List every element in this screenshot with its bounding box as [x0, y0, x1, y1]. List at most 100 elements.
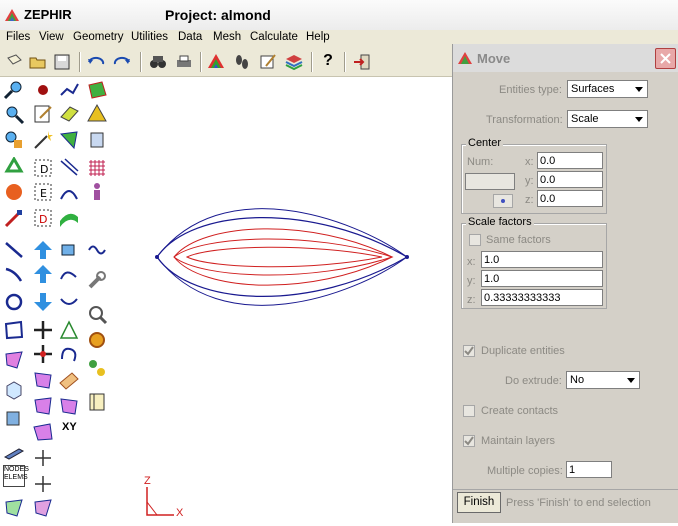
menu-view[interactable]: View	[39, 31, 64, 43]
select-d-icon[interactable]: D	[32, 157, 54, 179]
solid-yellow-icon[interactable]	[86, 103, 108, 125]
menu-help[interactable]: Help	[306, 31, 330, 43]
scale-y-field[interactable]: 1.0	[481, 270, 603, 287]
curve-loop-icon[interactable]	[58, 343, 80, 365]
zoom-icon[interactable]	[3, 79, 25, 101]
zoom-window-icon[interactable]	[3, 103, 25, 125]
undo-icon[interactable]	[86, 52, 106, 72]
do-extrude-select[interactable]: No	[566, 371, 640, 389]
center-z-field[interactable]: 0.0	[537, 190, 603, 207]
grid-mesh-icon[interactable]	[86, 157, 108, 179]
menu-calculate[interactable]: Calculate	[250, 31, 298, 43]
wand-icon[interactable]	[32, 129, 54, 151]
surface-quad-icon[interactable]	[3, 319, 25, 341]
surface-color-icon[interactable]	[86, 79, 108, 101]
triangle-icon[interactable]	[58, 319, 80, 341]
wrench-icon[interactable]	[86, 269, 108, 291]
edit-notes-icon[interactable]	[258, 52, 278, 72]
assembly-icon[interactable]	[86, 357, 108, 379]
help-icon[interactable]: ?	[318, 52, 338, 72]
center-y-field[interactable]: 0.0	[537, 171, 603, 188]
footprints-icon[interactable]	[232, 52, 252, 72]
node-numbering-icon[interactable]	[58, 79, 80, 101]
beam-element-icon[interactable]	[3, 441, 25, 463]
new-file-icon[interactable]	[4, 52, 24, 72]
curve-split-icon[interactable]	[58, 291, 80, 313]
layers-icon[interactable]	[284, 52, 304, 72]
line-tool-icon[interactable]	[3, 239, 25, 261]
render-sphere-icon[interactable]	[3, 181, 25, 203]
edit-sheet-icon[interactable]	[32, 103, 54, 125]
scale-z-field[interactable]: 0.33333333333	[481, 289, 603, 306]
menu-files[interactable]: Files	[6, 31, 30, 43]
create-contacts-checkbox[interactable]	[463, 405, 475, 417]
plane-icon[interactable]	[58, 103, 80, 125]
magnify-part-icon[interactable]	[86, 303, 108, 325]
probe-icon[interactable]	[3, 207, 25, 229]
arc-tool-icon[interactable]	[3, 263, 25, 285]
curve-join-icon[interactable]	[58, 263, 80, 285]
split-arc-icon[interactable]	[58, 181, 80, 203]
transformation-select[interactable]: Scale	[567, 110, 648, 128]
select-d-red-icon[interactable]: D	[32, 207, 54, 229]
warp-surface-alt-icon[interactable]	[32, 395, 54, 417]
toolbar: ?	[0, 48, 452, 77]
rail-icon[interactable]	[58, 157, 80, 179]
multiple-copies-field[interactable]: 1	[566, 461, 612, 478]
rainbow-render-icon[interactable]	[206, 52, 226, 72]
binoculars-icon[interactable]	[148, 52, 168, 72]
recycle-icon[interactable]	[3, 157, 25, 179]
cylinder-icon[interactable]	[3, 407, 25, 429]
book-icon[interactable]	[86, 391, 108, 413]
menu-utilities[interactable]: Utilities	[131, 31, 168, 43]
prism-icon[interactable]	[86, 129, 108, 151]
extrude-icon[interactable]	[58, 239, 80, 261]
divide-h-icon[interactable]	[32, 447, 54, 469]
zoom-fit-icon[interactable]	[3, 129, 25, 151]
entities-type-select[interactable]: Surfaces	[567, 80, 648, 98]
warp-surface-2-icon[interactable]	[32, 421, 54, 443]
save-icon[interactable]	[52, 52, 72, 72]
open-folder-icon[interactable]	[28, 52, 48, 72]
redo-icon[interactable]	[112, 52, 132, 72]
viewport-canvas[interactable]: Z X	[112, 77, 452, 523]
point-red-icon[interactable]	[32, 79, 54, 101]
volume-cube-icon[interactable]	[3, 379, 25, 401]
center-num-field[interactable]	[465, 173, 515, 190]
wave-icon[interactable]	[86, 239, 108, 261]
xy-axes-icon[interactable]: XY	[62, 421, 84, 443]
nodes-elems-icon[interactable]: NODES ELEMS	[3, 465, 29, 487]
surface-shade-icon[interactable]	[58, 129, 80, 151]
menu-data[interactable]: Data	[178, 31, 202, 43]
cross-grid-icon[interactable]	[32, 319, 54, 341]
mesh-surface-icon[interactable]	[32, 497, 54, 519]
surface-patch-icon[interactable]	[3, 349, 25, 371]
scale-x-field[interactable]: 1.0	[481, 251, 603, 268]
arrow-down-icon[interactable]	[32, 291, 54, 313]
mesh-element-icon[interactable]	[3, 497, 25, 519]
cross-red-icon[interactable]	[32, 343, 54, 365]
menu-mesh[interactable]: Mesh	[213, 31, 241, 43]
surface-net-icon[interactable]	[58, 395, 80, 417]
finish-button[interactable]: Finish	[457, 492, 501, 513]
menu-geometry[interactable]: Geometry	[73, 31, 124, 43]
maintain-layers-checkbox[interactable]	[463, 435, 475, 447]
center-x-field[interactable]: 0.0	[537, 152, 603, 169]
ruler-icon[interactable]	[58, 369, 80, 391]
center-group-title: Center	[466, 137, 504, 149]
close-button[interactable]	[655, 48, 676, 69]
circle-tool-icon[interactable]	[3, 291, 25, 313]
exit-icon[interactable]	[352, 52, 372, 72]
select-e-icon[interactable]: E	[32, 181, 54, 203]
sweep-green-icon[interactable]	[58, 207, 80, 229]
duplicate-entities-checkbox[interactable]	[463, 345, 475, 357]
divide-v-icon[interactable]	[32, 473, 54, 495]
pick-center-button[interactable]	[493, 194, 513, 208]
arrow-up-alt-icon[interactable]	[32, 263, 54, 285]
same-factors-checkbox[interactable]	[469, 234, 481, 246]
arrow-up-icon[interactable]	[32, 239, 54, 261]
warp-surface-icon[interactable]	[32, 369, 54, 391]
person-mesh-icon[interactable]	[86, 181, 108, 203]
gear-mesh-icon[interactable]	[86, 329, 108, 351]
print-icon[interactable]	[174, 52, 194, 72]
